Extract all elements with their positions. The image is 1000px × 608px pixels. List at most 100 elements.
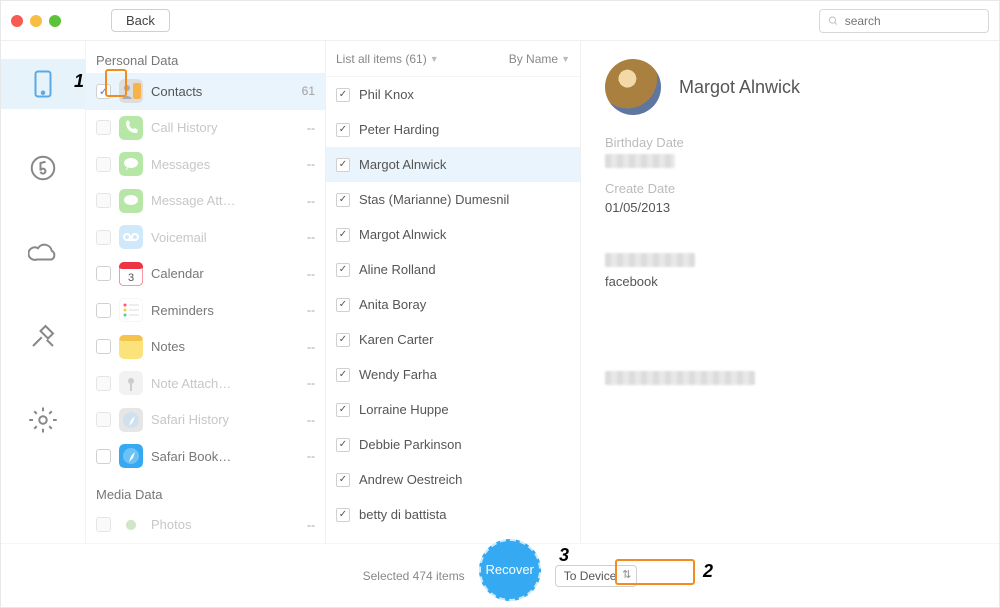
category-count: -- (307, 121, 315, 135)
search-input[interactable] (845, 14, 980, 28)
minimize-icon[interactable] (30, 15, 42, 27)
phone-icon (119, 116, 143, 140)
category-label: Voicemail (151, 230, 299, 245)
category-checkbox[interactable] (96, 157, 111, 172)
category-checkbox[interactable] (96, 376, 111, 391)
category-notes[interactable]: Notes -- (86, 329, 325, 366)
annotation-3: 3 (559, 545, 569, 566)
redacted-field (605, 371, 975, 388)
category-voicemail[interactable]: Voicemail -- (86, 219, 325, 256)
birthday-value (605, 154, 975, 171)
contacts-icon (119, 79, 143, 103)
category-photos[interactable]: Photos -- (86, 507, 325, 544)
item-checkbox[interactable]: ✓ (336, 403, 350, 417)
item-checkbox[interactable]: ✓ (336, 333, 350, 347)
category-count: -- (307, 303, 315, 317)
pin-icon (119, 371, 143, 395)
search-field[interactable] (819, 9, 989, 33)
list-item[interactable]: ✓Debbie Parkinson (326, 427, 580, 462)
item-checkbox[interactable]: ✓ (336, 508, 350, 522)
list-filter-dropdown[interactable]: List all items (61)▼ (336, 52, 439, 66)
item-label: Peter Harding (359, 122, 439, 137)
annotation-1: 1 (74, 71, 84, 92)
music-icon (28, 153, 58, 183)
item-checkbox[interactable]: ✓ (336, 88, 350, 102)
category-contacts[interactable]: ✓ Contacts 61 (86, 73, 325, 110)
close-icon[interactable] (11, 15, 23, 27)
list-item[interactable]: ✓betty di battista (326, 497, 580, 532)
section-media-data: Media Data (86, 475, 325, 507)
item-label: Stas (Marianne) Dumesnil (359, 192, 509, 207)
item-checkbox[interactable]: ✓ (336, 473, 350, 487)
nav-settings[interactable] (1, 395, 86, 445)
avatar (605, 59, 661, 115)
list-item[interactable]: ✓Aline Rolland (326, 252, 580, 287)
item-checkbox[interactable]: ✓ (336, 263, 350, 277)
list-item[interactable]: ✓Phil Knox (326, 77, 580, 112)
photos-icon (119, 513, 143, 537)
app-window: Back Personal Data (0, 0, 1000, 608)
category-checkbox[interactable] (96, 339, 111, 354)
destination-select[interactable]: To Device (555, 565, 638, 587)
list-item[interactable]: ✓ Peter Harding (326, 112, 580, 147)
list-item[interactable]: ✓Andrew Oestreich (326, 462, 580, 497)
item-label: Margot Alnwick (359, 227, 446, 242)
category-checkbox[interactable] (96, 230, 111, 245)
category-message-attachments[interactable]: Message Att… -- (86, 183, 325, 220)
list-item[interactable]: ✓Wendy Farha (326, 357, 580, 392)
window-controls (11, 15, 61, 27)
item-checkbox[interactable]: ✓ (336, 123, 350, 137)
sort-dropdown[interactable]: By Name▼ (509, 52, 570, 66)
nav-phone[interactable] (1, 59, 86, 109)
category-label: Note Attach… (151, 376, 299, 391)
category-checkbox[interactable] (96, 120, 111, 135)
nav-music[interactable] (1, 143, 86, 193)
category-reminders[interactable]: Reminders -- (86, 292, 325, 329)
item-checkbox[interactable]: ✓ (336, 228, 350, 242)
category-messages[interactable]: Messages -- (86, 146, 325, 183)
category-count: 61 (302, 84, 315, 98)
category-note-attachments[interactable]: Note Attach… -- (86, 365, 325, 402)
svg-text:3: 3 (128, 272, 134, 284)
category-checkbox[interactable] (96, 303, 111, 318)
category-safari-bookmarks[interactable]: Safari Book… -- (86, 438, 325, 475)
item-label: Lorraine Huppe (359, 402, 449, 417)
category-checkbox[interactable] (96, 266, 111, 281)
nav-tools[interactable] (1, 311, 86, 361)
category-checkbox[interactable] (96, 412, 111, 427)
nav-cloud[interactable] (1, 227, 86, 277)
calendar-icon: 3 (119, 262, 143, 286)
gear-icon (28, 405, 58, 435)
notes-icon (119, 335, 143, 359)
zoom-icon[interactable] (49, 15, 61, 27)
category-label: Reminders (151, 303, 299, 318)
items-header: List all items (61)▼ By Name▼ (326, 41, 580, 77)
item-checkbox[interactable]: ✓ (336, 158, 350, 172)
safari-icon (119, 408, 143, 432)
cloud-icon (28, 237, 58, 267)
list-item[interactable]: ✓ Margot Alnwick (326, 217, 580, 252)
items-list[interactable]: ✓Phil Knox✓Peter Harding✓Margot Alnwick✓… (326, 77, 580, 532)
list-item[interactable]: ✓ Lorraine Huppe (326, 392, 580, 427)
category-checkbox[interactable] (96, 517, 111, 532)
list-item[interactable]: ✓ Stas (Marianne) Dumesnil (326, 182, 580, 217)
annotation-2: 2 (703, 561, 713, 582)
item-label: Karen Carter (359, 332, 433, 347)
category-calendar[interactable]: 3 Calendar -- (86, 256, 325, 293)
item-checkbox[interactable]: ✓ (336, 368, 350, 382)
recover-button[interactable]: Recover (479, 539, 541, 601)
reminders-icon (119, 298, 143, 322)
category-safari-history[interactable]: Safari History -- (86, 402, 325, 439)
category-checkbox[interactable] (96, 193, 111, 208)
back-button[interactable]: Back (111, 9, 170, 32)
list-item[interactable]: ✓Anita Boray (326, 287, 580, 322)
category-checkbox[interactable] (96, 449, 111, 464)
list-item[interactable]: ✓Margot Alnwick (326, 147, 580, 182)
category-call-history[interactable]: Call History -- (86, 110, 325, 147)
category-label: Safari Book… (151, 449, 299, 464)
item-checkbox[interactable]: ✓ (336, 193, 350, 207)
item-checkbox[interactable]: ✓ (336, 438, 350, 452)
item-checkbox[interactable]: ✓ (336, 298, 350, 312)
list-item[interactable]: ✓ Karen Carter (326, 322, 580, 357)
category-checkbox[interactable]: ✓ (96, 84, 111, 99)
